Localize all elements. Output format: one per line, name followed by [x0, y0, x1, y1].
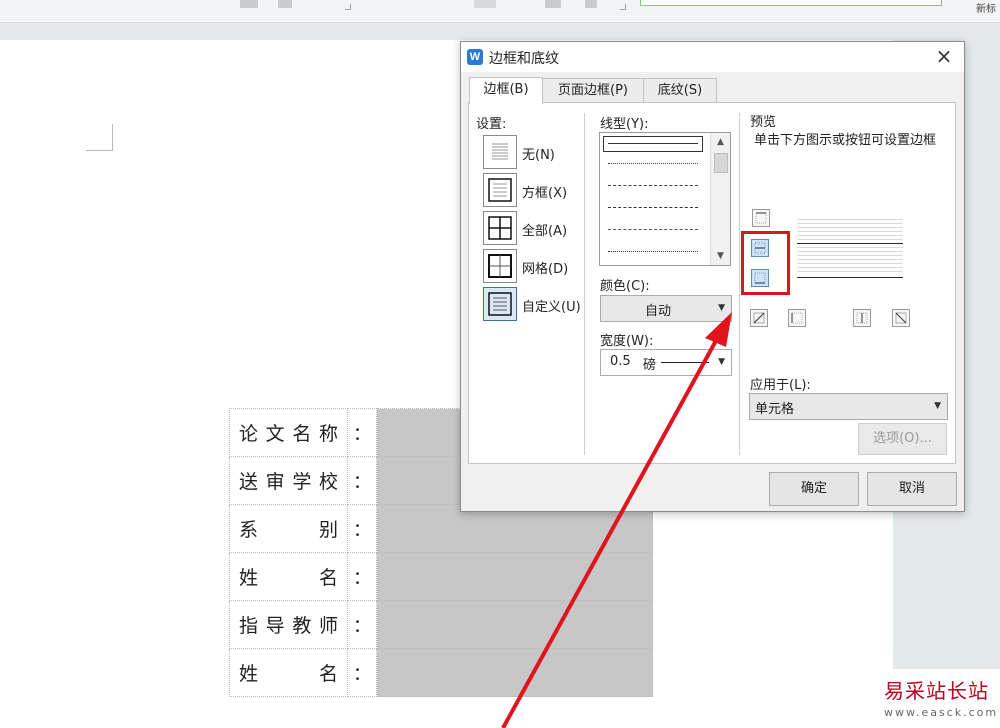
tab-borders[interactable]: 边框(B) [469, 77, 543, 104]
watermark: 易采站长站 www.easck.com [878, 669, 1000, 728]
watermark-text: 易采站长站 [884, 679, 989, 703]
watermark-url: www.easck.com [884, 706, 999, 719]
annotation-arrow [501, 312, 732, 728]
